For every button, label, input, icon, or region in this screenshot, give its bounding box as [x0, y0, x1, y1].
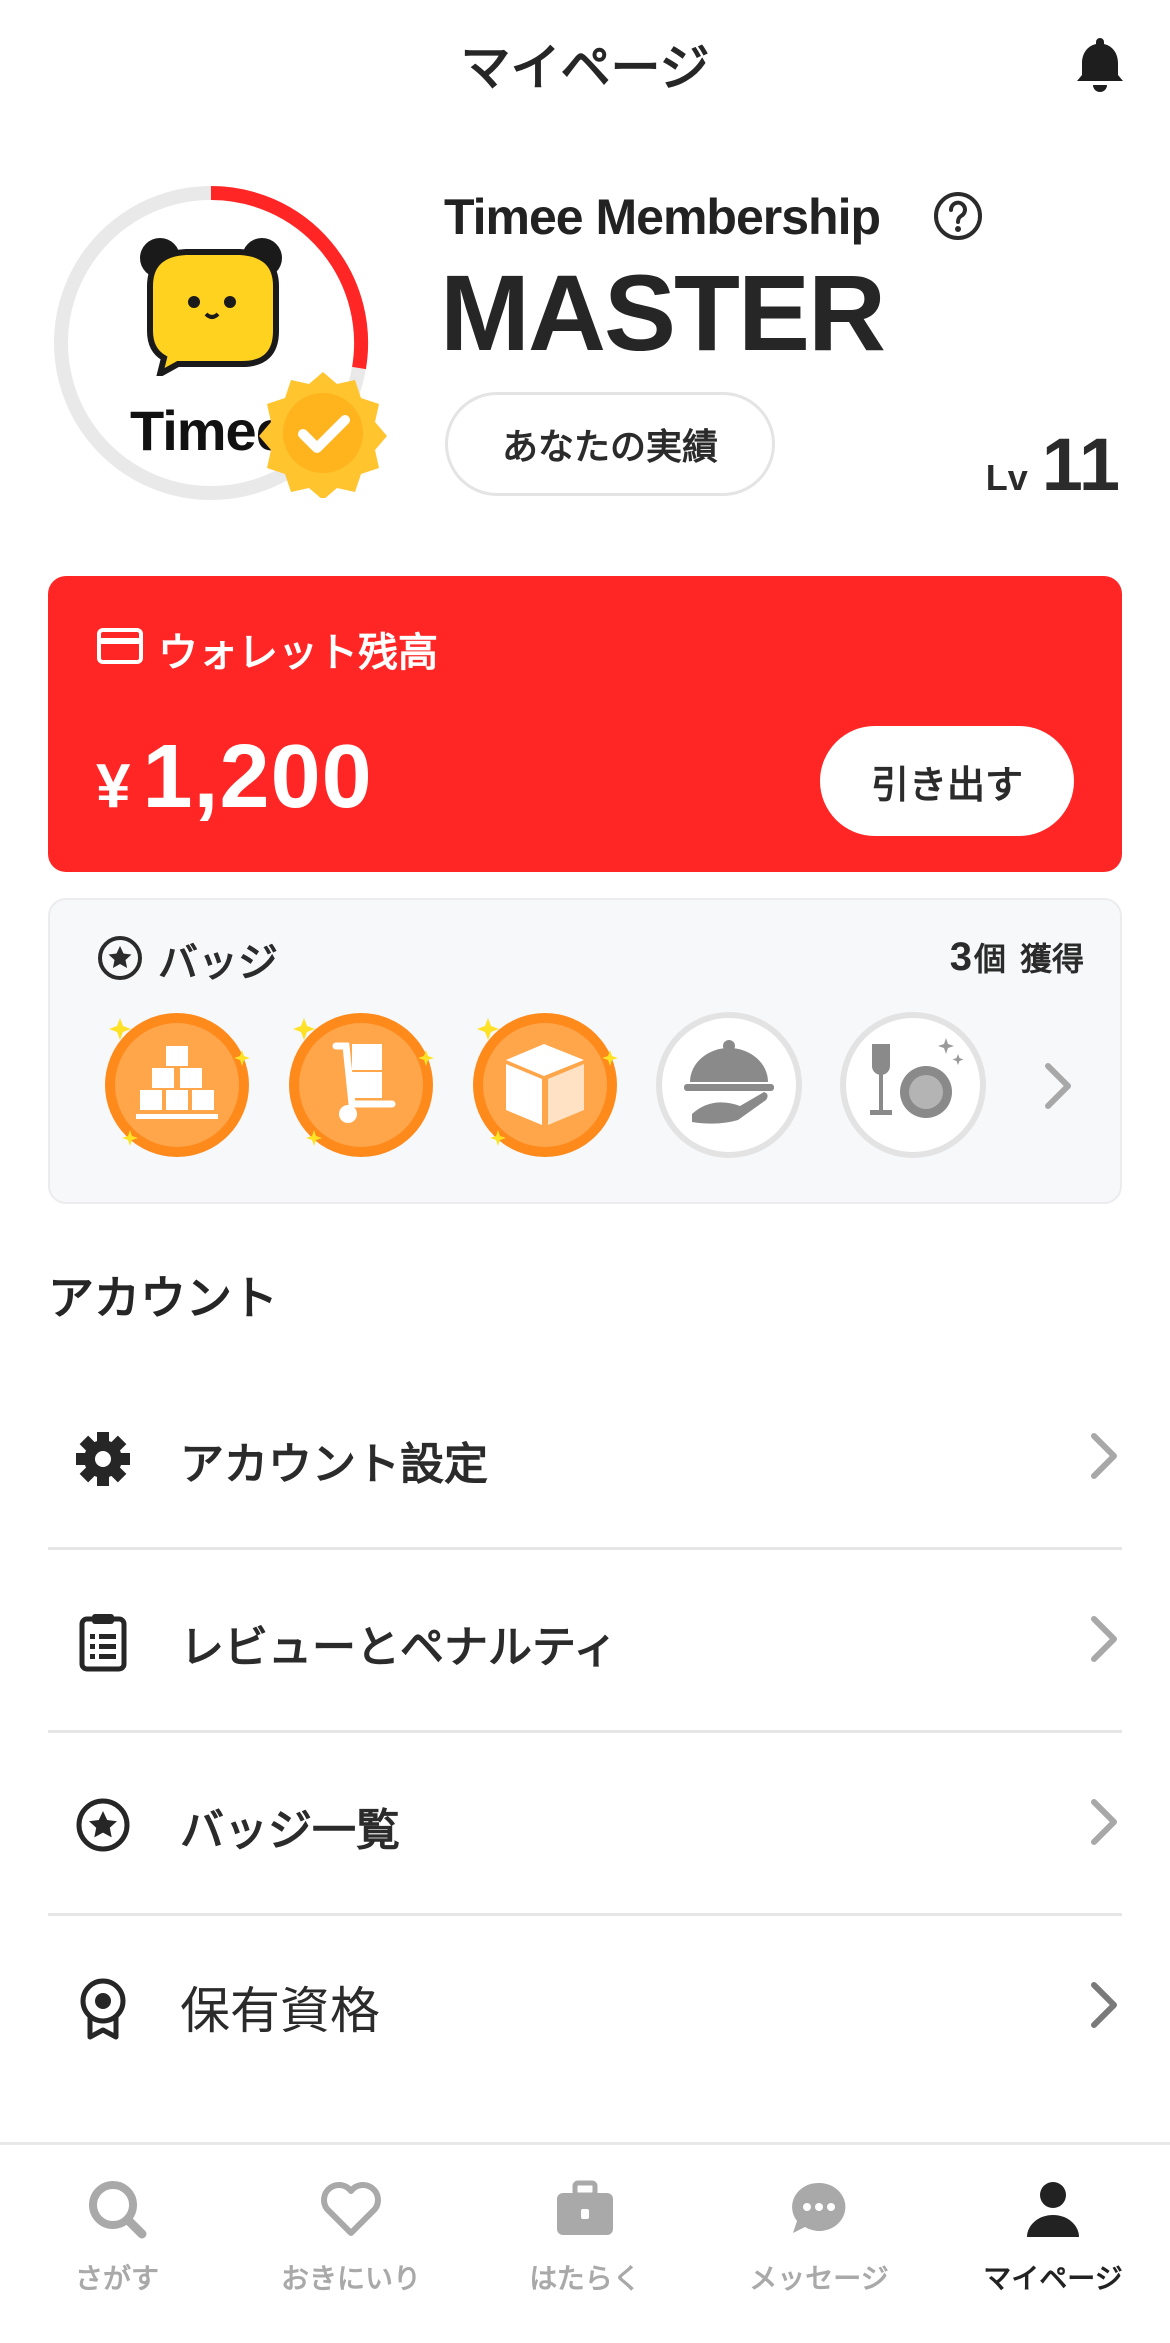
- briefcase-icon: [557, 2180, 613, 2235]
- badges-count: 3 個 獲得: [950, 934, 1084, 980]
- mascot-icon: [140, 238, 282, 376]
- membership-rank: MASTER: [440, 252, 886, 373]
- menu-item-badge-list[interactable]: バッジ一覧: [48, 1734, 1122, 1916]
- boxes-stack-badge-icon[interactable]: [102, 1010, 252, 1160]
- chevron-right-icon[interactable]: [1040, 1060, 1076, 1112]
- wallet-card[interactable]: ウォレット残高 ¥ 1,200 引き出す: [48, 576, 1122, 872]
- star-circle-icon: [76, 1798, 130, 1852]
- person-icon: [1027, 2182, 1079, 2237]
- chevron-right-icon: [1091, 1433, 1117, 1479]
- menu-item-label: アカウント設定: [180, 1439, 488, 1490]
- wallet-balance: ¥ 1,200: [96, 726, 373, 829]
- bell-icon[interactable]: [1068, 32, 1132, 96]
- menu-item-label: レビューとペナルティ: [180, 1622, 618, 1673]
- tab-label: おきにいり: [280, 2262, 421, 2295]
- wallet-title: ウォレット残高: [158, 630, 438, 676]
- menu-item-account-settings[interactable]: アカウント設定: [48, 1368, 1122, 1550]
- header: マイページ: [0, 0, 1170, 130]
- chevron-right-icon: [1091, 1799, 1117, 1845]
- tab-label: メッセージ: [749, 2262, 889, 2295]
- membership-avatar[interactable]: Timee: [46, 178, 387, 508]
- badges-count-number: 3: [949, 935, 972, 979]
- tab-label: マイページ: [983, 2262, 1123, 2295]
- award-ribbon-icon: [80, 1978, 126, 2040]
- membership-label: Timee Membership: [444, 189, 881, 245]
- search-icon: [89, 2181, 147, 2239]
- menu-item-reviews-penalties[interactable]: レビューとペナルティ: [48, 1551, 1122, 1733]
- tab-favorites[interactable]: おきにいり: [234, 2145, 468, 2343]
- tab-label: さがす: [74, 2262, 159, 2295]
- help-icon[interactable]: [932, 190, 984, 242]
- chevron-right-icon: [1091, 1982, 1117, 2028]
- heart-icon: [321, 2182, 381, 2236]
- bottom-tab-bar: さがす おきにいり はたらく メッセージ マイページ: [0, 2142, 1170, 2343]
- cardboard-box-badge-icon[interactable]: [470, 1010, 620, 1160]
- verified-check-icon: [259, 372, 387, 498]
- level-indicator: Lv 11: [986, 422, 1120, 507]
- wine-dish-badge-icon[interactable]: [838, 1010, 988, 1160]
- level-label: Lv: [985, 457, 1028, 498]
- menu-item-label: 保有資格: [180, 1982, 380, 2040]
- badges-card[interactable]: バッジ 3 個 獲得: [48, 898, 1122, 1204]
- hand-truck-badge-icon[interactable]: [286, 1010, 436, 1160]
- badge-row: [102, 1010, 988, 1160]
- tab-mypage[interactable]: マイページ: [936, 2145, 1170, 2343]
- menu-item-label: バッジ一覧: [180, 1805, 400, 1856]
- balance-amount: 1,200: [142, 727, 373, 827]
- clipboard-icon: [79, 1614, 127, 1672]
- menu-item-qualifications[interactable]: 保有資格: [48, 1917, 1122, 2099]
- achievements-button[interactable]: あなたの実績: [445, 392, 775, 496]
- tab-messages[interactable]: メッセージ: [702, 2145, 936, 2343]
- star-circle-icon: [98, 936, 142, 980]
- currency-symbol: ¥: [96, 752, 131, 821]
- tab-work[interactable]: はたらく: [468, 2145, 702, 2343]
- level-value: 11: [1041, 423, 1120, 506]
- gear-icon: [76, 1432, 130, 1486]
- tab-search[interactable]: さがす: [0, 2145, 234, 2343]
- withdraw-button[interactable]: 引き出す: [820, 726, 1074, 836]
- account-section-title: アカウント: [48, 1271, 278, 1325]
- badges-count-unit: 個: [973, 940, 1006, 978]
- chevron-right-icon: [1091, 1616, 1117, 1662]
- chat-bubble-icon: [792, 2182, 846, 2233]
- badges-title: バッジ: [158, 940, 278, 986]
- food-cloche-badge-icon[interactable]: [654, 1010, 804, 1160]
- credit-card-icon: [97, 628, 143, 664]
- tab-label: はたらく: [529, 2262, 641, 2295]
- badges-count-suffix: 獲得: [1019, 940, 1084, 978]
- page-title: マイページ: [460, 39, 710, 97]
